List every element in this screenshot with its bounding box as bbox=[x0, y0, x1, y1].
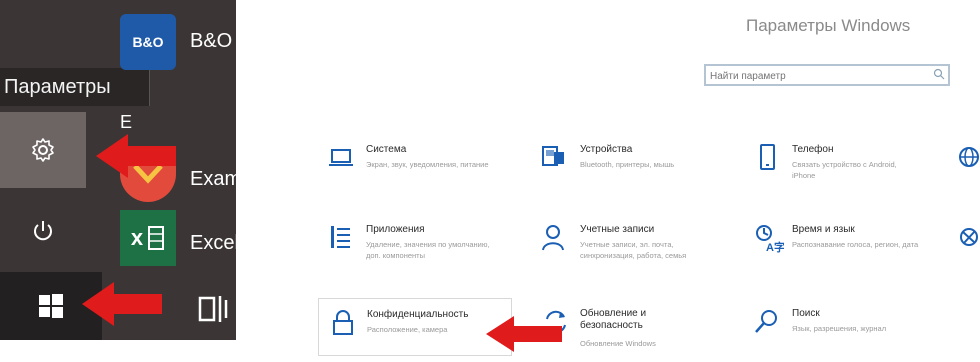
search-icon bbox=[755, 310, 777, 333]
category-desc: Экран, звук, уведомления, питание bbox=[366, 160, 489, 169]
power-button[interactable] bbox=[0, 196, 86, 266]
bo-app-icon[interactable]: B&O bbox=[120, 14, 176, 70]
category-privacy[interactable]: Конфиденциальность Расположение, камера bbox=[318, 298, 512, 356]
search-box-icon bbox=[933, 68, 945, 80]
settings-title: Параметры Windows bbox=[746, 16, 911, 35]
power-icon bbox=[34, 221, 52, 241]
excel-icon-text: x bbox=[130, 225, 144, 250]
category-title: Учетные записи bbox=[580, 224, 655, 235]
category-desc: Распознавание голоса, регион, дата bbox=[792, 240, 919, 249]
category-title: Обновление и безопасность bbox=[580, 308, 647, 331]
settings-button[interactable] bbox=[0, 112, 86, 188]
red-arrow-privacy bbox=[486, 316, 562, 352]
gear-icon bbox=[32, 138, 54, 162]
settings-tooltip: Параметры bbox=[0, 68, 150, 106]
category-title: Система bbox=[366, 144, 407, 155]
account-icon bbox=[542, 225, 564, 251]
settings-search[interactable] bbox=[704, 64, 950, 86]
gaming-icon[interactable] bbox=[958, 226, 980, 248]
category-desc: Расположение, камера bbox=[367, 325, 448, 334]
category-title: Конфиденциальность bbox=[367, 309, 469, 320]
category-title: Поиск bbox=[792, 308, 820, 319]
category-update-security[interactable]: Обновление и безопасность Обновление Win… bbox=[540, 306, 730, 362]
category-desc: Обновление Windows bbox=[580, 339, 656, 348]
category-apps[interactable]: Приложения Удаление, значения по умолчан… bbox=[326, 222, 516, 278]
category-desc: Язык, разрешения, журнал bbox=[792, 324, 887, 333]
lock-icon bbox=[333, 310, 353, 335]
devices-icon bbox=[542, 146, 564, 166]
category-desc: Связать устройство с Android, iPhone bbox=[792, 160, 897, 180]
taskbar-view-icon[interactable] bbox=[196, 292, 236, 326]
red-arrow-settings bbox=[96, 134, 176, 178]
category-desc: Учетные записи, эл. почта, синхронизация… bbox=[580, 240, 687, 260]
time-language-icon: A字 bbox=[756, 225, 784, 254]
category-desc: Удаление, значения по умолчанию, доп. ко… bbox=[366, 240, 490, 260]
tile-label-excel[interactable]: Excel bbox=[190, 232, 236, 255]
laptop-icon bbox=[329, 149, 353, 166]
start-menu: Параметры B&O B&O E Exam x Excel bbox=[0, 0, 236, 340]
svg-text:A字: A字 bbox=[766, 240, 784, 254]
category-title: Время и язык bbox=[792, 224, 855, 235]
windows-icon bbox=[39, 294, 63, 318]
tile-label-exam[interactable]: Exam bbox=[190, 168, 236, 191]
category-system[interactable]: Система Экран, звук, уведомления, питани… bbox=[326, 142, 516, 198]
category-search[interactable]: Поиск Язык, разрешения, журнал bbox=[752, 306, 932, 362]
bo-icon-text: B&O bbox=[132, 34, 164, 50]
phone-icon bbox=[760, 144, 775, 170]
excel-app-icon[interactable]: x bbox=[120, 210, 176, 266]
category-phone[interactable]: Телефон Связать устройство с Android, iP… bbox=[752, 142, 932, 198]
category-title: Приложения bbox=[366, 224, 425, 235]
category-accounts[interactable]: Учетные записи Учетные записи, эл. почта… bbox=[540, 222, 730, 278]
tile-label-bo[interactable]: B&O bbox=[190, 30, 232, 53]
category-title: Телефон bbox=[792, 144, 834, 155]
category-time-language[interactable]: A字 Время и язык Распознавание голоса, ре… bbox=[752, 222, 932, 278]
section-letter: E bbox=[120, 112, 133, 132]
search-input[interactable] bbox=[706, 67, 924, 86]
red-arrow-start bbox=[82, 282, 162, 326]
category-title: Устройства bbox=[580, 144, 633, 155]
globe-icon[interactable] bbox=[958, 146, 980, 168]
apps-icon bbox=[331, 226, 350, 248]
category-desc: Bluetooth, принтеры, мышь bbox=[580, 160, 675, 169]
category-devices[interactable]: Устройства Bluetooth, принтеры, мышь bbox=[540, 142, 730, 198]
